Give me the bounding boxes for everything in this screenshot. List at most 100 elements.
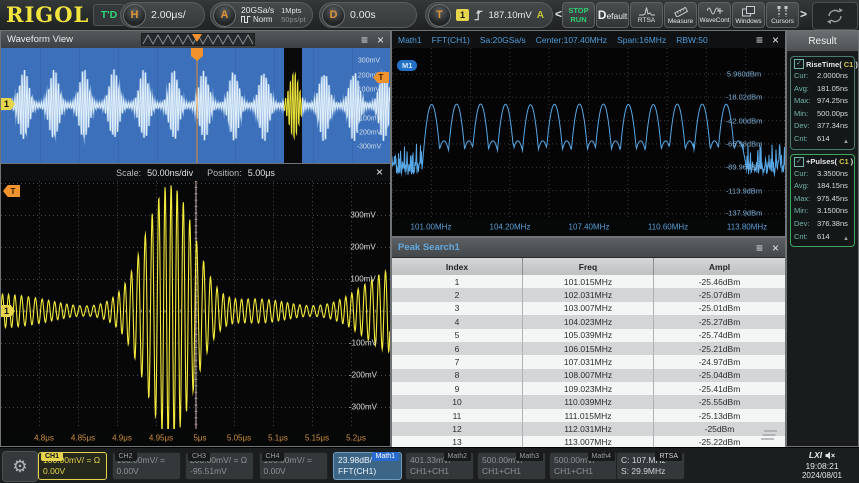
stat-label: Cur: <box>794 70 814 83</box>
horizontal-knob-button[interactable]: H <box>123 4 146 27</box>
delay-knob-button[interactable]: D <box>322 4 345 27</box>
horizontal-settings[interactable]: H 2.00μs/ <box>120 2 205 28</box>
math-block-math1[interactable]: Math123.98dB/FFT(CH1) <box>333 452 402 480</box>
peak-table-row[interactable]: 7107.031MHz-24.97dBm <box>392 355 785 368</box>
trigger-settings[interactable]: T 1 187.10mV A <box>425 2 553 28</box>
peak-table-row[interactable]: 5105.039MHz-25.74dBm <box>392 329 785 342</box>
stat-value: 2.0000ns <box>817 70 848 83</box>
stat-value: 3.3500ns <box>817 168 848 181</box>
toolbar-prev-arrow[interactable]: < <box>555 7 562 21</box>
waveform-view-title: Waveform View <box>7 34 73 45</box>
channel-block-ch3[interactable]: CH3200.00mV/ = Ω-95.51mV <box>185 452 254 480</box>
zoom-position-label: Position: <box>207 168 242 178</box>
channel-block-ch2[interactable]: CH2100.00mV/ =0.00V <box>112 452 181 480</box>
close-icon[interactable]: × <box>376 167 383 177</box>
measurement-stat-row: Min:3.1500ns <box>794 205 851 218</box>
peak-table-row[interactable]: 1101.015MHz-25.46dBm <box>392 275 785 288</box>
drag-grip-icon[interactable] <box>760 430 778 441</box>
peak-table-cell: 106.015MHz <box>523 342 654 355</box>
axis-tick-label: 110.60MHz <box>648 223 688 232</box>
zoom-window-header[interactable]: Scale: 50.00ns/div Position: 5.00μs × <box>1 164 390 181</box>
rtsa-button[interactable]: RTSA <box>630 2 663 28</box>
measure-button[interactable]: Measure <box>664 2 697 28</box>
measurement-stat-row: Dev:376.38ns <box>794 218 851 231</box>
peak-table-row[interactable]: 3103.007MHz-25.01dBm <box>392 302 785 315</box>
speaker-mute-icon[interactable] <box>825 451 835 460</box>
measurement-stat-row: Avg:181.05ns <box>794 83 851 96</box>
measurement-stat-row: Max:975.45ns <box>794 193 851 206</box>
peak-table-header: IndexFreqAmpl <box>392 258 785 275</box>
default-label: Default <box>598 8 627 22</box>
stat-label: Max: <box>794 95 814 108</box>
channel-block-ch4[interactable]: CH4100.00mV/ =0.00V <box>259 452 328 480</box>
default-button[interactable]: Default <box>596 2 629 28</box>
waveform-thumbnail-strip[interactable] <box>141 33 255 46</box>
peak-table-row[interactable]: 8108.007MHz-25.04dBm <box>392 369 785 382</box>
measurement-channel: C1 <box>839 157 849 166</box>
axis-tick-label: -42.00dBm <box>726 117 763 126</box>
waveform-view-header[interactable]: Waveform View ≡ × <box>1 31 390 49</box>
toolbar-button-label: Measure <box>668 18 693 25</box>
rtsa-block[interactable]: RTSAC: 107.MHzS: 29.9MHz <box>616 452 685 480</box>
math-block-math3[interactable]: Math3500.00mV/CH1+CH1 <box>477 452 546 480</box>
windows-button[interactable]: Windows <box>732 2 765 28</box>
math-tab: Math4 <box>588 452 615 461</box>
measurement-stat-row: Dev:377.34ns <box>794 120 851 133</box>
channel-offset: 0.00V <box>117 466 176 477</box>
stat-value: 377.34ns <box>817 120 848 133</box>
zoom-scale-label: Scale: <box>116 168 141 178</box>
peak-table-cell: -25.27dBm <box>654 315 785 328</box>
triangle-up-icon[interactable]: ▲ <box>843 139 849 145</box>
main-waveform-canvas[interactable] <box>1 48 390 163</box>
menu-icon[interactable]: ≡ <box>756 243 763 253</box>
peak-table-cell: 103.007MHz <box>523 302 654 315</box>
fft-header[interactable]: Math1FFT(CH1)Sa:20GSa/sCenter:107.40MHzS… <box>392 31 785 49</box>
channel-block-ch1[interactable]: CH1100.00mV/ = Ω0.00V <box>38 452 107 480</box>
close-icon[interactable]: × <box>377 35 384 45</box>
acquire-knob-button[interactable]: A <box>213 4 236 27</box>
display-mode-button[interactable] <box>812 2 858 30</box>
peak-table-row[interactable]: 12112.031MHz-25dBm <box>392 422 785 435</box>
stop-run-button[interactable]: STOPRUN <box>562 2 595 28</box>
acquire-settings[interactable]: A 20GSa/s Norm 1Mpts 50ps/pt <box>210 2 313 28</box>
stat-value: 974.25ns <box>817 95 848 108</box>
delay-settings[interactable]: D 0.00s <box>319 2 417 28</box>
close-icon[interactable]: × <box>772 243 779 253</box>
math1-badge[interactable]: M1 <box>397 60 417 71</box>
axis-tick-label: -200mV <box>349 371 377 380</box>
stat-label: Cnt: <box>794 231 814 244</box>
peak-table-row[interactable]: 11111.015MHz-25.13dBm <box>392 409 785 422</box>
trigger-knob-button[interactable]: T <box>428 4 451 27</box>
peak-table-row[interactable]: 10110.039MHz-25.55dBm <box>392 395 785 408</box>
peak-table-cell: -25.01dBm <box>654 302 785 315</box>
toolbar-next-arrow[interactable]: > <box>800 7 807 21</box>
axis-tick-label: 5.960dBm <box>727 70 761 79</box>
cursors-button[interactable]: Cursors <box>766 2 799 28</box>
peak-table-row[interactable]: 4104.023MHz-25.27dBm <box>392 315 785 328</box>
peak-table-cell: 7 <box>392 355 523 368</box>
close-icon[interactable]: × <box>772 35 779 45</box>
stat-label: Dev: <box>794 120 814 133</box>
peak-table-cell: 104.023MHz <box>523 315 654 328</box>
measurement-card-risetime[interactable]: ✓RiseTime(C1)Cur:2.0000nsAvg:181.05nsMax… <box>790 56 855 150</box>
measurement-card-pluspulses[interactable]: ✓+Pulses(C1)Cur:3.3500nsAvg:184.15nsMax:… <box>790 154 855 248</box>
rtsa-tab: RTSA <box>655 452 682 461</box>
peak-table-row[interactable]: 6106.015MHz-25.21dBm <box>392 342 785 355</box>
menu-icon[interactable]: ≡ <box>756 35 763 45</box>
axis-tick-label: 5.05μs <box>227 434 251 443</box>
peak-table-cell: 109.023MHz <box>523 382 654 395</box>
zoom-waveform-canvas[interactable] <box>1 181 390 429</box>
settings-button[interactable]: ⚙ <box>2 451 38 482</box>
peak-table-cell: 12 <box>392 422 523 435</box>
math-block-math2[interactable]: Math2401.33mV/CH1+CH1 <box>405 452 474 480</box>
wavecont-button[interactable]: WaveCont <box>698 2 731 28</box>
peak-table-row[interactable]: 2102.031MHz-25.07dBm <box>392 288 785 301</box>
peak-table-cell: 10 <box>392 395 523 408</box>
menu-icon[interactable]: ≡ <box>361 35 368 45</box>
clock-time: 19:08:21 <box>787 461 857 472</box>
peak-search-header[interactable]: Peak Search1 ≡ × <box>392 238 785 258</box>
triangle-up-icon[interactable]: ▲ <box>843 236 849 242</box>
peak-table-row[interactable]: 9109.023MHz-25.41dBm <box>392 382 785 395</box>
math-block-math4[interactable]: Math4500.00mV/CH1+CH1 <box>549 452 618 480</box>
windows-icon <box>742 6 755 17</box>
